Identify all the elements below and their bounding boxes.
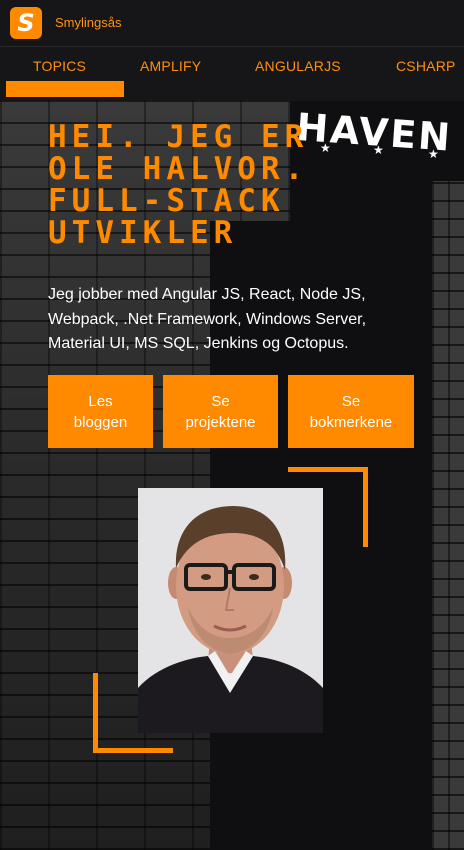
background-brick-column <box>432 181 464 850</box>
headline-line: HEI. JEG ER <box>48 119 309 155</box>
logo-letter: S <box>17 9 35 37</box>
button-label-line2: bloggen <box>73 413 128 431</box>
topic-nav: TOPICS AMPLIFY ANGULARJS CSHARP <box>0 47 464 101</box>
see-projects-button[interactable]: Se projektene <box>163 375 278 448</box>
top-bar: S Smylingsås <box>0 0 464 47</box>
hero-headline: HEI. JEG ER OLE HALVOR. FULL-STACK UTVIK… <box>48 121 428 249</box>
site-name[interactable]: Smylingsås <box>55 15 121 30</box>
headline-line: UTVIKLER <box>48 215 238 251</box>
see-bookmarks-button[interactable]: Se bokmerkene <box>288 375 414 448</box>
nav-item-angularjs[interactable]: ANGULARJS <box>255 58 341 74</box>
button-label-line1: Les <box>88 392 113 410</box>
profile-photo <box>138 488 323 733</box>
button-label-line2: bokmerkene <box>309 413 393 431</box>
site-logo-icon[interactable]: S <box>10 7 42 39</box>
headline-line: OLE HALVOR. <box>48 151 309 187</box>
nav-item-csharp[interactable]: CSHARP <box>396 58 456 74</box>
headline-line: FULL-STACK <box>48 183 285 219</box>
nav-item-amplify[interactable]: AMPLIFY <box>140 58 201 74</box>
hero-intro: Jeg jobber med Angular JS, React, Node J… <box>48 286 367 352</box>
nav-item-topics[interactable]: TOPICS <box>33 58 86 74</box>
star-icon: ★ <box>428 147 439 161</box>
button-label-line1: Se <box>341 392 361 410</box>
read-blog-button[interactable]: Les bloggen <box>48 375 153 448</box>
button-label-line2: projektene <box>185 413 256 431</box>
nav-active-indicator <box>6 81 124 97</box>
button-label-line1: Se <box>211 392 230 410</box>
